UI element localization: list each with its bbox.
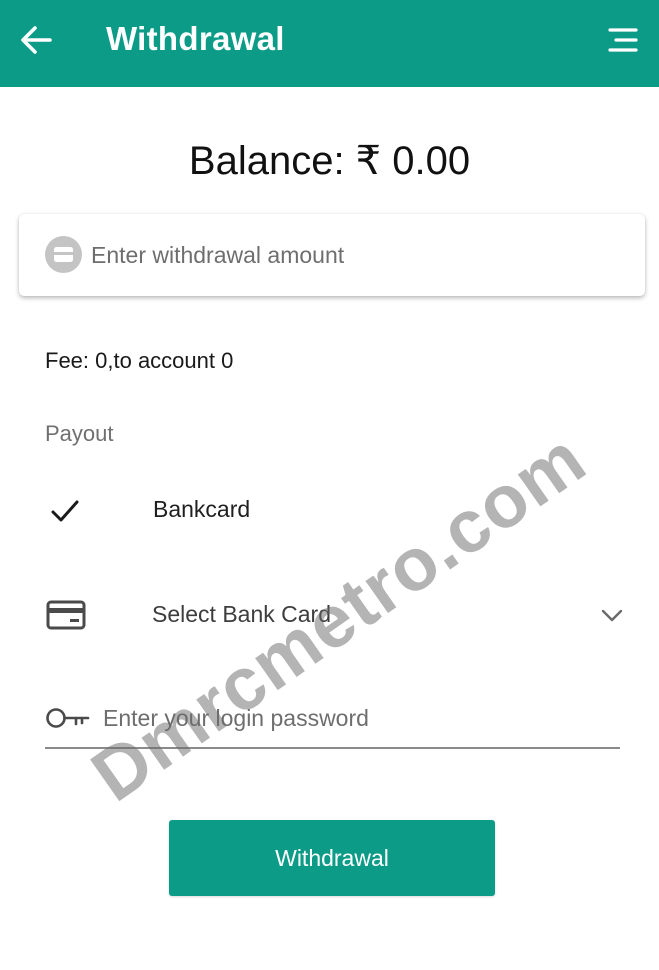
key-icon xyxy=(46,708,90,728)
back-button[interactable] xyxy=(14,18,58,62)
check-icon xyxy=(51,500,79,522)
menu-button[interactable] xyxy=(601,20,645,60)
chevron-down-icon xyxy=(601,609,623,622)
payout-option-bankcard[interactable]: Bankcard xyxy=(45,480,625,540)
credit-card-icon xyxy=(46,600,86,630)
withdrawal-amount-input[interactable] xyxy=(91,236,611,274)
payout-label: Payout xyxy=(45,421,114,446)
bank-card-select[interactable]: Select Bank Card xyxy=(45,588,625,644)
arrow-left-icon xyxy=(21,26,52,54)
page-title: Withdrawal xyxy=(106,20,285,57)
password-field xyxy=(45,692,620,749)
balance-display: Balance: ₹ 0.00 xyxy=(188,139,471,183)
login-password-input[interactable] xyxy=(103,702,603,734)
top-app-bar: Withdrawal xyxy=(0,0,659,87)
menu-icon xyxy=(608,28,638,52)
fee-info: Fee: 0,to account 0 xyxy=(45,348,234,373)
amount-icon xyxy=(45,236,82,273)
withdrawal-amount-card xyxy=(19,214,645,296)
payout-option-label: Bankcard xyxy=(153,496,251,522)
bank-card-select-label: Select Bank Card xyxy=(152,601,331,627)
withdrawal-submit-button[interactable]: Withdrawal xyxy=(169,820,495,896)
